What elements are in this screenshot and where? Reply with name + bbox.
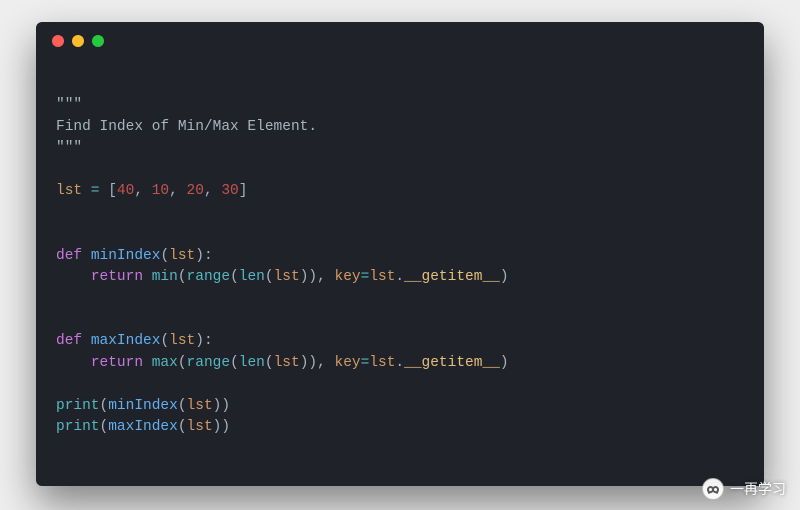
space [82, 333, 91, 349]
arg-lst: lst [274, 269, 300, 285]
space [143, 355, 152, 371]
eq: = [361, 355, 370, 371]
watermark-icon [702, 478, 724, 500]
builtin-print: print [56, 419, 100, 435]
paren-open: ( [178, 269, 187, 285]
comma: , [134, 183, 151, 199]
paren-open: ( [160, 248, 169, 264]
param-lst: lst [169, 248, 195, 264]
stage: """ Find Index of Min/Max Element. """ l… [0, 0, 800, 510]
fn-minindex: minIndex [91, 248, 161, 264]
return-kw: return [91, 269, 143, 285]
paren-close: ) [221, 398, 230, 414]
dunder-getitem: __getitem__ [404, 269, 500, 285]
paren-open: ( [265, 269, 274, 285]
num-0: 40 [117, 183, 134, 199]
builtin-min: min [152, 269, 178, 285]
builtin-len: len [239, 355, 265, 371]
obj-lst: lst [369, 269, 395, 285]
num-1: 10 [152, 183, 169, 199]
var-lst: lst [56, 183, 82, 199]
window-titlebar [36, 22, 764, 60]
comma: , [204, 183, 221, 199]
colon: : [204, 248, 213, 264]
space [82, 248, 91, 264]
code-window: """ Find Index of Min/Max Element. """ l… [36, 22, 764, 486]
assign-op: = [82, 183, 108, 199]
paren-open: ( [178, 398, 187, 414]
paren-open: ( [265, 355, 274, 371]
arg-lst: lst [187, 419, 213, 435]
paren-open: ( [100, 419, 109, 435]
def-kw: def [56, 333, 82, 349]
paren-close: ) [308, 269, 317, 285]
kw-key: key [335, 355, 361, 371]
builtin-range: range [187, 355, 231, 371]
indent [56, 355, 91, 371]
docstring-open: """ [56, 97, 82, 113]
paren-open: ( [178, 355, 187, 371]
arg-lst: lst [274, 355, 300, 371]
maximize-icon[interactable] [92, 35, 104, 47]
docstring-text: Find Index of Min/Max Element. [56, 119, 317, 135]
dunder-getitem: __getitem__ [404, 355, 500, 371]
dot: . [395, 355, 404, 371]
paren-open: ( [230, 269, 239, 285]
num-3: 30 [221, 183, 238, 199]
paren-close: ) [195, 333, 204, 349]
indent [56, 269, 91, 285]
kw-key: key [335, 269, 361, 285]
minimize-icon[interactable] [72, 35, 84, 47]
paren-open: ( [100, 398, 109, 414]
builtin-max: max [152, 355, 178, 371]
paren-close: ) [308, 355, 317, 371]
fn-maxindex: maxIndex [91, 333, 161, 349]
param-lst: lst [169, 333, 195, 349]
paren-close: ) [195, 248, 204, 264]
docstring-close: """ [56, 140, 82, 156]
list-open: [ [108, 183, 117, 199]
paren-close: ) [500, 269, 509, 285]
paren-open: ( [178, 419, 187, 435]
watermark-label: 一再学习 [730, 479, 786, 499]
num-2: 20 [187, 183, 204, 199]
arg-lst: lst [187, 398, 213, 414]
dot: . [395, 269, 404, 285]
colon: : [204, 333, 213, 349]
call-maxindex: maxIndex [108, 419, 178, 435]
return-kw: return [91, 355, 143, 371]
builtin-print: print [56, 398, 100, 414]
close-icon[interactable] [52, 35, 64, 47]
def-kw: def [56, 248, 82, 264]
code-block: """ Find Index of Min/Max Element. """ l… [36, 60, 764, 459]
paren-close: ) [500, 355, 509, 371]
builtin-len: len [239, 269, 265, 285]
space [143, 269, 152, 285]
eq: = [361, 269, 370, 285]
list-close: ] [239, 183, 248, 199]
comma: , [317, 269, 334, 285]
comma: , [317, 355, 334, 371]
paren-open: ( [160, 333, 169, 349]
builtin-range: range [187, 269, 231, 285]
watermark: 一再学习 [702, 478, 786, 500]
paren-close: ) [221, 419, 230, 435]
comma: , [169, 183, 186, 199]
obj-lst: lst [369, 355, 395, 371]
paren-open: ( [230, 355, 239, 371]
call-minindex: minIndex [108, 398, 178, 414]
